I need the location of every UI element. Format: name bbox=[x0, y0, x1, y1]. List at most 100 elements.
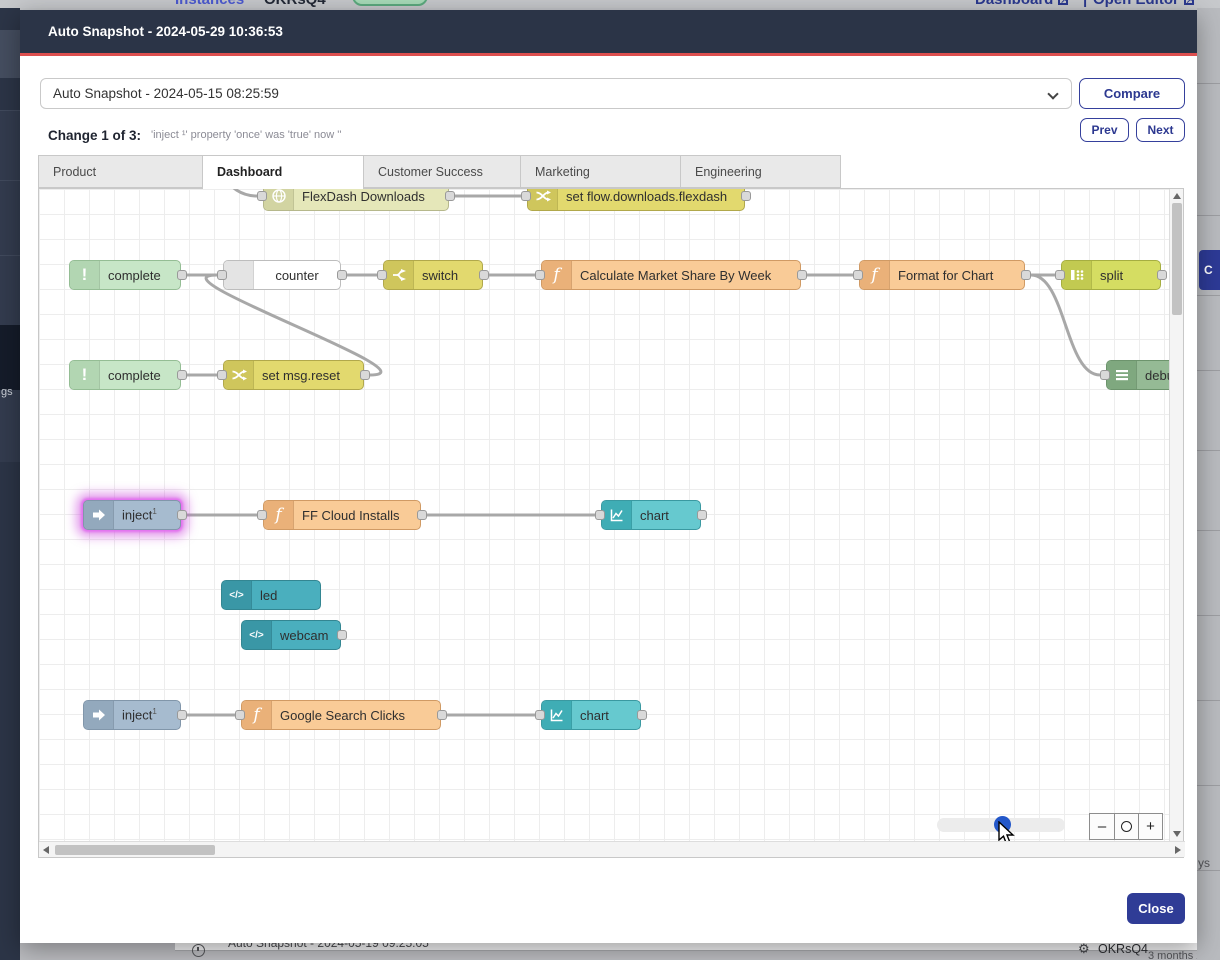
flow-node-inject2[interactable]: inject1 bbox=[83, 700, 181, 730]
flow-node-calc[interactable]: fCalculate Market Share By Week bbox=[541, 260, 801, 290]
dashboard-button[interactable]: Dashboard↗ bbox=[975, 0, 1068, 8]
function-icon: f bbox=[542, 261, 572, 289]
node-output-port[interactable] bbox=[697, 510, 707, 520]
sidebar-item[interactable] bbox=[0, 110, 20, 180]
node-input-port[interactable] bbox=[853, 270, 863, 280]
flow-node-complete2[interactable]: !complete bbox=[69, 360, 181, 390]
clock-icon bbox=[192, 944, 205, 957]
node-label: complete bbox=[100, 368, 161, 383]
flow-node-setmsg[interactable]: set msg.reset bbox=[223, 360, 364, 390]
node-input-port[interactable] bbox=[535, 710, 545, 720]
node-output-port[interactable] bbox=[437, 710, 447, 720]
node-output-port[interactable] bbox=[479, 270, 489, 280]
node-input-port[interactable] bbox=[217, 370, 227, 380]
zoom-in-button[interactable]: + bbox=[1138, 814, 1162, 839]
next-change-button[interactable]: Next bbox=[1136, 118, 1185, 142]
node-output-port[interactable] bbox=[445, 191, 455, 201]
tab-product[interactable]: Product bbox=[38, 155, 203, 188]
background-project-label: OKRsQ4 bbox=[1098, 942, 1148, 956]
flow-node-split[interactable]: split bbox=[1061, 260, 1161, 290]
snapshot-select-value: Auto Snapshot - 2024-05-15 08:25:59 bbox=[53, 86, 279, 101]
flow-node-led[interactable]: </>led bbox=[221, 580, 321, 610]
flow-node-complete1[interactable]: !complete bbox=[69, 260, 181, 290]
flow-node-setflow[interactable]: set flow.downloads.flexdash bbox=[527, 189, 745, 211]
node-label: split bbox=[1092, 268, 1123, 283]
fork-icon bbox=[384, 261, 414, 289]
node-input-port[interactable] bbox=[535, 270, 545, 280]
sidebar-item[interactable] bbox=[0, 180, 20, 255]
node-output-port[interactable] bbox=[741, 191, 751, 201]
sidebar-item[interactable] bbox=[0, 30, 20, 78]
scroll-left-arrow-icon[interactable] bbox=[43, 846, 49, 854]
flow-node-chart1[interactable]: chart bbox=[601, 500, 701, 530]
node-input-port[interactable] bbox=[1055, 270, 1065, 280]
flow-node-switch[interactable]: switch bbox=[383, 260, 483, 290]
node-output-port[interactable] bbox=[177, 370, 187, 380]
sidebar-item[interactable] bbox=[0, 255, 20, 325]
node-output-port[interactable] bbox=[337, 270, 347, 280]
horizontal-scrollbar-thumb[interactable] bbox=[55, 845, 215, 855]
flow-node-flexdash[interactable]: FlexDash Downloads bbox=[263, 189, 449, 211]
horizontal-scrollbar[interactable] bbox=[39, 841, 1185, 857]
screen: Instances OKRsQ4 Dashboard↗ | Open Edito… bbox=[0, 0, 1220, 960]
sidebar-item[interactable] bbox=[0, 390, 20, 462]
tab-marketing[interactable]: Marketing bbox=[521, 155, 681, 188]
node-input-port[interactable] bbox=[217, 270, 227, 280]
globe-icon bbox=[264, 189, 294, 210]
node-output-port[interactable] bbox=[1021, 270, 1031, 280]
node-input-port[interactable] bbox=[235, 710, 245, 720]
breadcrumb-instances[interactable]: Instances bbox=[175, 0, 244, 8]
scroll-down-arrow-icon[interactable] bbox=[1173, 831, 1181, 837]
compare-button[interactable]: Compare bbox=[1079, 78, 1185, 109]
flow-node-format[interactable]: fFormat for Chart bbox=[859, 260, 1025, 290]
node-output-port[interactable] bbox=[337, 630, 347, 640]
node-input-port[interactable] bbox=[257, 510, 267, 520]
modal-header: Auto Snapshot - 2024-05-29 10:36:53 bbox=[20, 10, 1197, 56]
node-input-port[interactable] bbox=[595, 510, 605, 520]
node-label: led bbox=[252, 588, 277, 603]
zoom-out-button[interactable]: – bbox=[1090, 814, 1114, 839]
close-button[interactable]: Close bbox=[1127, 893, 1185, 924]
node-input-port[interactable] bbox=[521, 191, 531, 201]
node-output-port[interactable] bbox=[177, 710, 187, 720]
flow-canvas[interactable]: – + FlexDash Downloads set flow.downloads… bbox=[39, 189, 1169, 841]
sidebar-label-fragment: gs bbox=[1, 386, 13, 398]
prev-change-button[interactable]: Prev bbox=[1080, 118, 1129, 142]
tab-dashboard[interactable]: Dashboard bbox=[203, 155, 364, 189]
zoom-slider-thumb[interactable] bbox=[994, 816, 1011, 833]
snapshot-select[interactable]: Auto Snapshot - 2024-05-15 08:25:59 bbox=[40, 78, 1072, 109]
tab-engineering[interactable]: Engineering bbox=[681, 155, 841, 188]
node-output-port[interactable] bbox=[1157, 270, 1167, 280]
scroll-right-arrow-icon[interactable] bbox=[1175, 846, 1181, 854]
flow-node-ffcloud[interactable]: fFF Cloud Installs bbox=[263, 500, 421, 530]
scroll-up-arrow-icon[interactable] bbox=[1173, 193, 1181, 199]
zoom-reset-button[interactable] bbox=[1114, 814, 1138, 839]
zoom-slider[interactable] bbox=[937, 818, 1065, 832]
node-output-port[interactable] bbox=[177, 270, 187, 280]
node-output-port[interactable] bbox=[177, 510, 187, 520]
tab-customer-success[interactable]: Customer Success bbox=[364, 155, 521, 188]
vertical-scrollbar[interactable] bbox=[1169, 189, 1183, 841]
shuffle-icon bbox=[528, 189, 558, 210]
node-label: chart bbox=[632, 508, 669, 523]
node-output-port[interactable] bbox=[637, 710, 647, 720]
flow-node-chart2[interactable]: chart bbox=[541, 700, 641, 730]
node-output-port[interactable] bbox=[360, 370, 370, 380]
flow-node-counter[interactable]: counter bbox=[223, 260, 341, 290]
node-input-port[interactable] bbox=[377, 270, 387, 280]
sidebar-item-selected[interactable] bbox=[0, 325, 20, 390]
node-input-port[interactable] bbox=[257, 191, 267, 201]
flow-node-google[interactable]: fGoogle Search Clicks bbox=[241, 700, 441, 730]
node-input-port[interactable] bbox=[1100, 370, 1110, 380]
flow-node-debug[interactable]: debug bbox=[1106, 360, 1169, 390]
flow-tabs: Product Dashboard Customer Success Marke… bbox=[38, 155, 841, 189]
node-output-port[interactable] bbox=[797, 270, 807, 280]
flow-node-inject1[interactable]: inject1 bbox=[83, 500, 181, 530]
split-icon bbox=[1062, 261, 1092, 289]
code-icon: </> bbox=[222, 581, 252, 609]
status-badge bbox=[352, 0, 428, 6]
vertical-scrollbar-thumb[interactable] bbox=[1172, 203, 1182, 315]
flow-node-webcam[interactable]: </>webcam bbox=[241, 620, 341, 650]
open-editor-button[interactable]: Open Editor↗ bbox=[1093, 0, 1194, 8]
node-output-port[interactable] bbox=[417, 510, 427, 520]
